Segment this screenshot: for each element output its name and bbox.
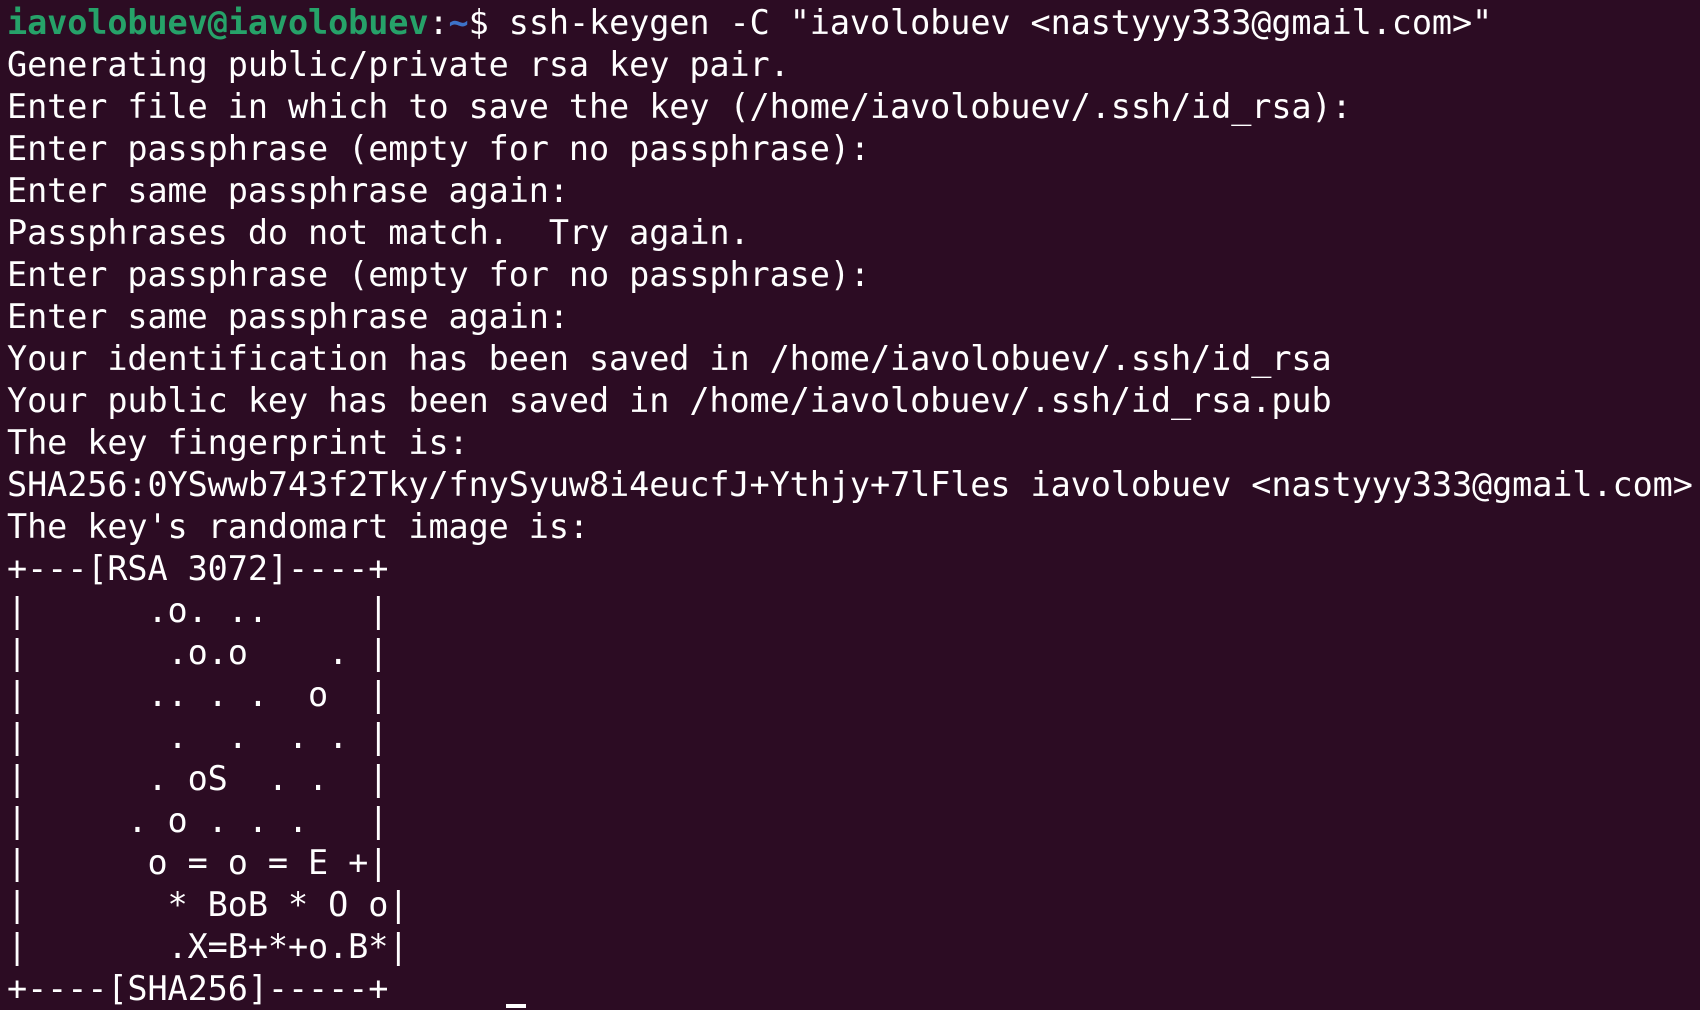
output-line: The key fingerprint is:: [7, 423, 469, 462]
prompt-path: ~: [448, 3, 469, 42]
randomart-line: | . oS . . |: [7, 759, 389, 798]
output-line: Enter same passphrase again:: [7, 297, 569, 336]
output-line: Enter passphrase (empty for no passphras…: [7, 129, 870, 168]
prompt-line: iavolobuev@iavolobuev:~$ ssh-keygen -C "…: [7, 2, 1700, 44]
randomart-line: | .o.o . |: [7, 633, 389, 672]
randomart-line: | . o . . . |: [7, 801, 389, 840]
fingerprint-line: SHA256:0YSwwb743f2Tky/fnySyuw8i4eucfJ+Yt…: [7, 465, 1693, 504]
randomart-line: | o = o = E +|: [7, 843, 389, 882]
output-line: Enter same passphrase again:: [7, 171, 569, 210]
output-line: Passphrases do not match. Try again.: [7, 213, 750, 252]
randomart-line: | .o. .. |: [7, 591, 389, 630]
output-line: Your public key has been saved in /home/…: [7, 381, 1332, 420]
randomart-line: +----[SHA256]-----+: [7, 969, 389, 1008]
terminal-window[interactable]: iavolobuev@iavolobuev:~$ ssh-keygen -C "…: [0, 0, 1700, 1010]
randomart-line: | * BoB * O o|: [7, 885, 409, 924]
randomart-line: | . . . . |: [7, 717, 389, 756]
prompt-colon: :: [428, 3, 449, 42]
randomart-line: | .X=B+*+o.B*|: [7, 927, 409, 966]
output-line: The key's randomart image is:: [7, 507, 589, 546]
output-line: Enter passphrase (empty for no passphras…: [7, 255, 870, 294]
command-text: ssh-keygen -C "iavolobuev <nastyyy333@gm…: [508, 3, 1493, 42]
output-line: Generating public/private rsa key pair.: [7, 45, 790, 84]
output-line: Enter file in which to save the key (/ho…: [7, 87, 1352, 126]
randomart-line: +---[RSA 3072]----+: [7, 549, 389, 588]
prompt-symbol: $: [468, 3, 509, 42]
randomart-line: | .. . . o |: [7, 675, 389, 714]
prompt-user-host: iavolobuev@iavolobuev: [7, 3, 429, 42]
text-cursor: [506, 1004, 526, 1008]
output-line: Your identification has been saved in /h…: [7, 339, 1332, 378]
